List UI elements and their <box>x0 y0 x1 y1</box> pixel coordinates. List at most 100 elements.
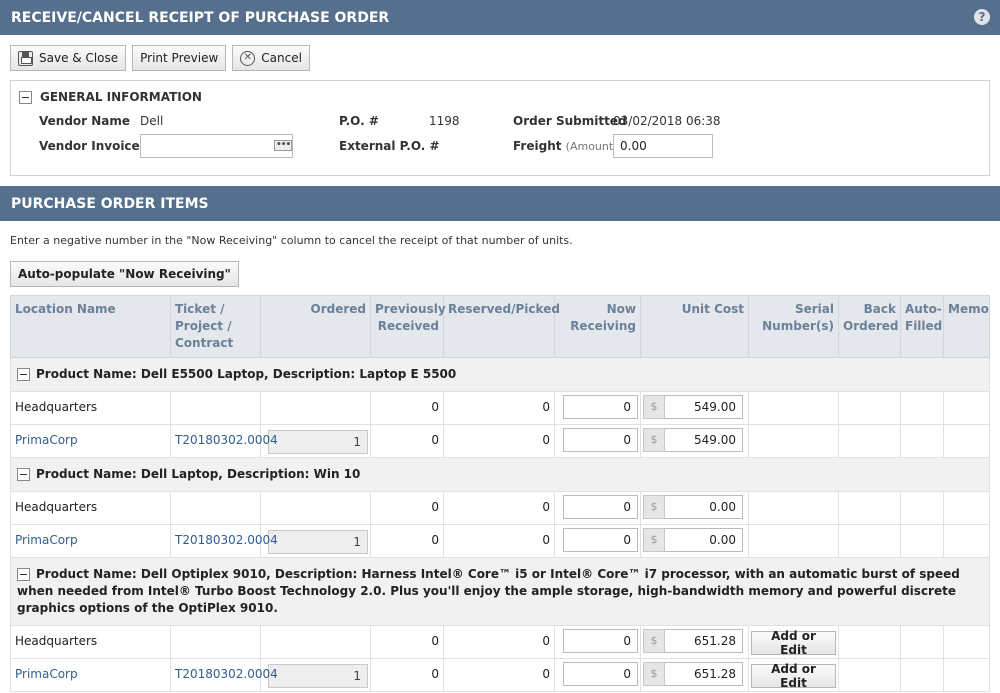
vendor-invoice-input[interactable] <box>140 134 293 158</box>
help-icon[interactable]: ? <box>974 9 990 25</box>
ellipsis-picker-icon[interactable]: ••• <box>274 140 293 151</box>
back-ordered-cell <box>838 658 901 692</box>
location-link[interactable]: PrimaCorp <box>15 533 78 547</box>
previously-received-cell: 0 <box>370 524 444 558</box>
external-po-label: External P.O. # <box>339 139 440 153</box>
collapse-icon[interactable] <box>17 568 30 581</box>
purchase-order-items-bar: PURCHASE ORDER ITEMS <box>0 186 1000 221</box>
vendor-invoice-label: Vendor Invoice # <box>39 139 154 153</box>
unit-cost-input[interactable]: 651.28 <box>665 629 743 653</box>
now-receiving-input[interactable]: 0 <box>563 528 638 552</box>
now-receiving-input[interactable]: 0 <box>563 629 638 653</box>
auto-filled-cell <box>900 391 944 425</box>
col-reserved-picked: Reserved/Picked <box>443 295 560 358</box>
collapse-icon[interactable] <box>19 90 32 104</box>
print-preview-button[interactable]: Print Preview <box>132 45 227 71</box>
memo-cell <box>943 424 990 458</box>
table-row: PrimaCorp T20180302.0004 1 0 0 0 $651.28 Add or… <box>10 658 990 692</box>
items-body: Product Name: Dell E5500 Laptop, Descrip… <box>10 357 990 692</box>
cancel-button[interactable]: ✕ Cancel <box>232 45 310 71</box>
location-cell: Headquarters <box>10 491 171 525</box>
unit-cost-field: $0.00 <box>643 495 746 519</box>
memo-cell <box>943 491 990 525</box>
memo-cell <box>943 524 990 558</box>
freight-sublabel: (Amount) <box>565 140 618 153</box>
ordered-cell <box>260 625 371 659</box>
ordered-cell <box>260 391 371 425</box>
unit-cost-cell: $0.00 <box>640 524 749 558</box>
add-or-edit-serial-button[interactable]: Add or Edit <box>751 629 836 657</box>
previously-received-cell: 0 <box>370 625 444 659</box>
unit-cost-field: $0.00 <box>643 528 746 552</box>
serial-numbers-cell: Add or Edit <box>748 658 839 692</box>
general-information-panel: GENERAL INFORMATION Vendor Name Dell Ven… <box>10 80 990 176</box>
back-ordered-cell <box>838 491 901 525</box>
col-memo: Memo <box>943 295 990 358</box>
product-group-row: Product Name: Dell Laptop, Description: … <box>10 457 990 492</box>
product-group-row: Product Name: Dell E5500 Laptop, Descrip… <box>10 357 990 392</box>
unit-cost-cell: $651.28 <box>640 625 749 659</box>
table-row: PrimaCorp T20180302.0004 1 0 0 0 $549.00 <box>10 424 990 458</box>
now-receiving-input[interactable]: 0 <box>563 428 638 452</box>
unit-cost-field: $549.00 <box>643 395 746 419</box>
now-receiving-input[interactable]: 0 <box>563 662 638 686</box>
ticket-link[interactable]: T20180302.0004 <box>175 533 278 547</box>
product-group-label: Product Name: Dell Optiplex 9010, Descri… <box>17 567 960 615</box>
freight-label-text: Freight <box>513 139 562 153</box>
reserved-picked-cell: 0 <box>443 524 555 558</box>
collapse-icon[interactable] <box>17 468 30 481</box>
table-row: Headquarters 0 0 0 $651.28 Add or Edit <box>10 625 990 659</box>
now-receiving-cell: 0 <box>554 424 641 458</box>
collapse-icon[interactable] <box>17 368 30 381</box>
location-link[interactable]: PrimaCorp <box>15 667 78 681</box>
currency-symbol: $ <box>643 528 665 552</box>
ticket-cell: T20180302.0004 <box>170 524 278 558</box>
location-cell: Headquarters <box>10 625 171 659</box>
add-or-edit-serial-button[interactable]: Add or Edit <box>751 662 836 690</box>
ticket-link[interactable]: T20180302.0004 <box>175 667 278 681</box>
now-receiving-input[interactable]: 0 <box>563 495 638 519</box>
vendor-name-label: Vendor Name <box>39 114 131 128</box>
location-text: Headquarters <box>15 500 98 514</box>
general-information-header[interactable]: GENERAL INFORMATION <box>19 90 202 104</box>
save-close-button[interactable]: Save & Close <box>10 45 127 71</box>
col-back-ordered: Back Ordered <box>838 295 901 358</box>
previously-received-cell: 0 <box>370 658 444 692</box>
ticket-cell <box>170 391 261 425</box>
unit-cost-input[interactable]: 651.28 <box>665 662 743 686</box>
unit-cost-input[interactable]: 0.00 <box>665 495 743 519</box>
ticket-cell <box>170 625 261 659</box>
location-cell: PrimaCorp <box>10 524 171 558</box>
serial-numbers-cell <box>748 524 839 558</box>
unit-cost-field: $651.28 <box>643 629 746 653</box>
col-ordered: Ordered <box>260 295 371 358</box>
now-receiving-input[interactable]: 0 <box>563 395 638 419</box>
product-group-cell: Product Name: Dell Optiplex 9010, Descri… <box>10 557 990 626</box>
now-receiving-cell: 0 <box>554 524 641 558</box>
product-group-row: Product Name: Dell Optiplex 9010, Descri… <box>10 557 990 626</box>
ticket-link[interactable]: T20180302.0004 <box>175 433 278 447</box>
reserved-picked-cell: 0 <box>443 424 555 458</box>
auto-filled-cell <box>900 658 944 692</box>
reserved-picked-cell: 0 <box>443 625 555 659</box>
freight-label: Freight (Amount) <box>513 139 617 153</box>
freight-input[interactable]: 0.00 <box>613 134 713 158</box>
table-row: PrimaCorp T20180302.0004 1 0 0 0 $0.00 <box>10 524 990 558</box>
auto-populate-button[interactable]: Auto-populate "Now Receiving" <box>10 261 239 287</box>
ticket-cell: T20180302.0004 <box>170 424 278 458</box>
memo-cell <box>943 391 990 425</box>
serial-numbers-cell <box>748 424 839 458</box>
unit-cost-input[interactable]: 0.00 <box>665 528 743 552</box>
location-link[interactable]: PrimaCorp <box>15 433 78 447</box>
product-group-cell: Product Name: Dell Laptop, Description: … <box>10 457 990 492</box>
ordered-cell <box>260 491 371 525</box>
unit-cost-input[interactable]: 549.00 <box>665 395 743 419</box>
unit-cost-cell: $0.00 <box>640 491 749 525</box>
location-text: Headquarters <box>15 400 98 414</box>
unit-cost-input[interactable]: 549.00 <box>665 428 743 452</box>
save-close-label: Save & Close <box>39 51 119 65</box>
col-unit-cost: Unit Cost <box>640 295 749 358</box>
ticket-cell: T20180302.0004 <box>170 658 278 692</box>
location-cell: Headquarters <box>10 391 171 425</box>
col-ticket: Ticket / Project / Contract <box>170 295 261 358</box>
